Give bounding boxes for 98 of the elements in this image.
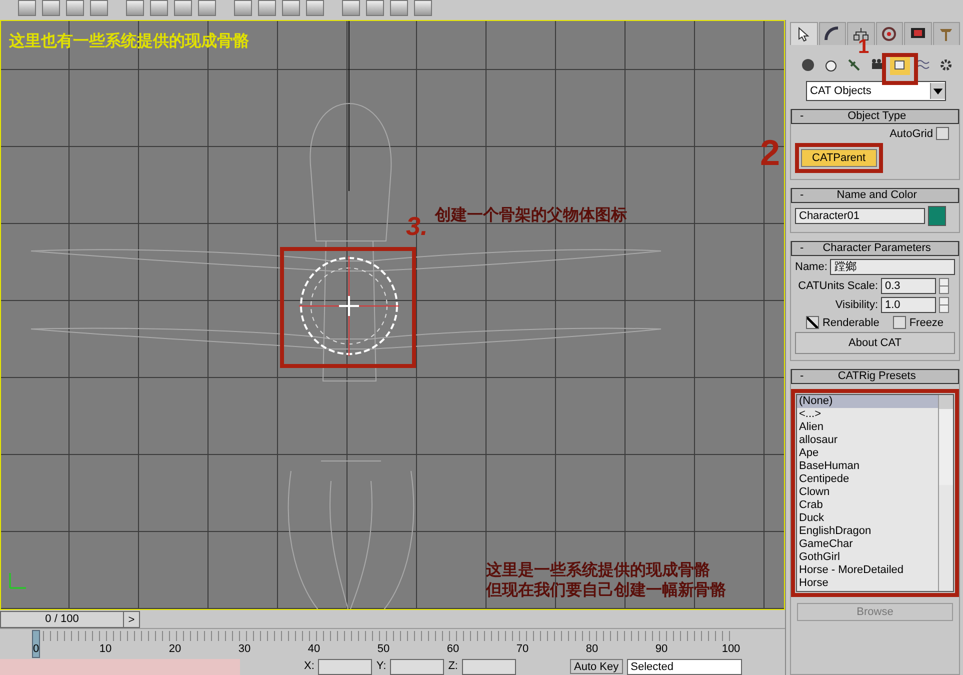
toolbar-tool-icon[interactable] [42,0,60,16]
viewport-caption: 这里也有一些系统提供的现成骨骼 [9,31,249,52]
command-panel-tab[interactable] [876,22,903,45]
renderable-checkbox[interactable] [806,316,820,329]
toolbar-tool-icon[interactable] [126,0,144,16]
scale-spinner-field[interactable]: 0.3 [881,278,936,294]
command-panel-tab[interactable] [818,22,846,45]
preset-list-item[interactable]: BaseHuman [797,460,938,473]
preset-list-item[interactable]: <...> [797,408,938,421]
highlight-frame [882,53,918,85]
collapse-toggle[interactable]: - [800,242,804,255]
preset-list-item[interactable]: Duck [797,512,938,525]
toolbar-tool-icon[interactable] [258,0,276,16]
frame-number: 80 [586,643,598,656]
toolbar-tool-icon[interactable] [66,0,84,16]
toolbar-tool-icon[interactable] [198,0,216,16]
preset-list-item[interactable]: (None) [797,395,938,408]
autogrid-checkbox[interactable] [936,127,949,140]
gear-icon [939,58,953,72]
frame-number: 10 [99,643,112,656]
field-label: Name: [795,261,828,273]
frame-number: 60 [446,643,460,656]
coordinate-field[interactable] [318,659,372,675]
visibility-spinner-field[interactable]: 1.0 [881,297,936,313]
preset-list-item[interactable]: Horse [797,577,938,590]
collapse-toggle[interactable]: - [800,110,804,123]
coordinate-field[interactable] [390,659,444,675]
object-name-field[interactable]: Character01 [795,208,925,224]
step-number: 1 [858,36,870,59]
coordinate-label: Y: [376,659,386,674]
hammer-icon [938,26,954,42]
coordinate-field[interactable] [462,659,516,675]
option-label: AutoGrid [890,128,933,140]
toolbar-tool-icon[interactable] [234,0,252,16]
rollout-header[interactable]: - Name and Color [791,188,959,203]
frame-number: 100 [722,643,740,656]
toolbar-tool-icon[interactable] [366,0,384,16]
spinner-arrows-icon[interactable] [939,278,949,294]
cursor-arrow-icon [796,26,812,42]
rollout-header[interactable]: - CATRig Presets [791,369,959,384]
preset-list-item[interactable]: Ape [797,447,938,460]
camera-icon [870,58,884,72]
frame-number: 0 [32,643,40,656]
coordinate-label: Z: [448,659,458,674]
rollout-header[interactable]: - Object Type [791,109,959,124]
preset-list-item[interactable]: Clown [797,486,938,499]
sphere-icon [801,58,815,72]
wave-icon [916,58,930,72]
preset-list-item[interactable]: Crab [797,499,938,512]
toolbar-tool-icon[interactable] [306,0,324,16]
frame-cursor[interactable] [32,630,40,658]
scrollbar[interactable] [938,395,953,591]
preset-list-item[interactable]: Alien [797,421,938,434]
key-filter-dropdown[interactable]: Selected [626,659,742,675]
preset-list-item[interactable]: GothGirl [797,551,938,564]
field-label: Visibility: [835,299,878,311]
about-cat-button[interactable]: About CAT [795,332,955,354]
category-button[interactable] [890,55,910,75]
toolbar-tool-icon[interactable] [414,0,432,16]
preset-list-item[interactable]: Centipede [797,473,938,486]
command-panel-tab[interactable] [904,22,932,45]
toolbar-tool-icon[interactable] [282,0,300,16]
coordinate-label: X: [304,659,314,674]
command-panel-tab[interactable] [790,22,818,45]
object-color-swatch[interactable] [928,206,946,226]
object-category-dropdown[interactable]: CAT Objects [806,81,946,101]
collapse-toggle[interactable]: - [800,370,804,383]
wheel-icon [881,26,898,42]
frame-number: 50 [377,643,390,656]
time-slider-thumb[interactable]: 0 / 100 [0,611,124,628]
character-name-field[interactable]: 蹚鄉 [830,259,955,275]
frame-number: 70 [516,643,529,656]
option-label: Renderable [822,316,880,328]
field-label: CATUnits Scale: [798,280,878,292]
option-label: Freeze [909,316,944,328]
toolbar-tool-icon[interactable] [174,0,192,16]
toolbar-tool-icon[interactable] [150,0,168,16]
rollout-header[interactable]: - Character Parameters [791,241,959,256]
frame-number: 90 [655,643,668,656]
curve-icon [824,26,840,42]
auto-key-button[interactable]: Auto Key [570,659,623,674]
preset-list-item[interactable]: EnglishDragon [797,525,938,538]
frame-number: 30 [238,643,251,656]
toolbar-tool-icon[interactable] [18,0,36,16]
catparent-button[interactable]: CATParent [801,149,877,167]
toolbar-tool-icon[interactable] [342,0,360,16]
freeze-checkbox[interactable] [893,316,906,329]
spinner-arrows-icon[interactable] [939,297,949,313]
frame-number: 40 [308,643,320,656]
collapse-toggle[interactable]: - [800,189,804,202]
next-frame-button[interactable]: > [123,611,140,628]
preset-list-item[interactable]: GameChar [797,538,938,551]
toolbar-tool-icon[interactable] [390,0,408,16]
preset-list-item[interactable]: Horse - MoreDetailed [797,564,938,577]
frame-number: 20 [168,643,182,656]
box-icon [893,58,907,72]
preset-list-item[interactable]: allosaur [797,434,938,447]
toolbar-tool-icon[interactable] [90,0,108,16]
